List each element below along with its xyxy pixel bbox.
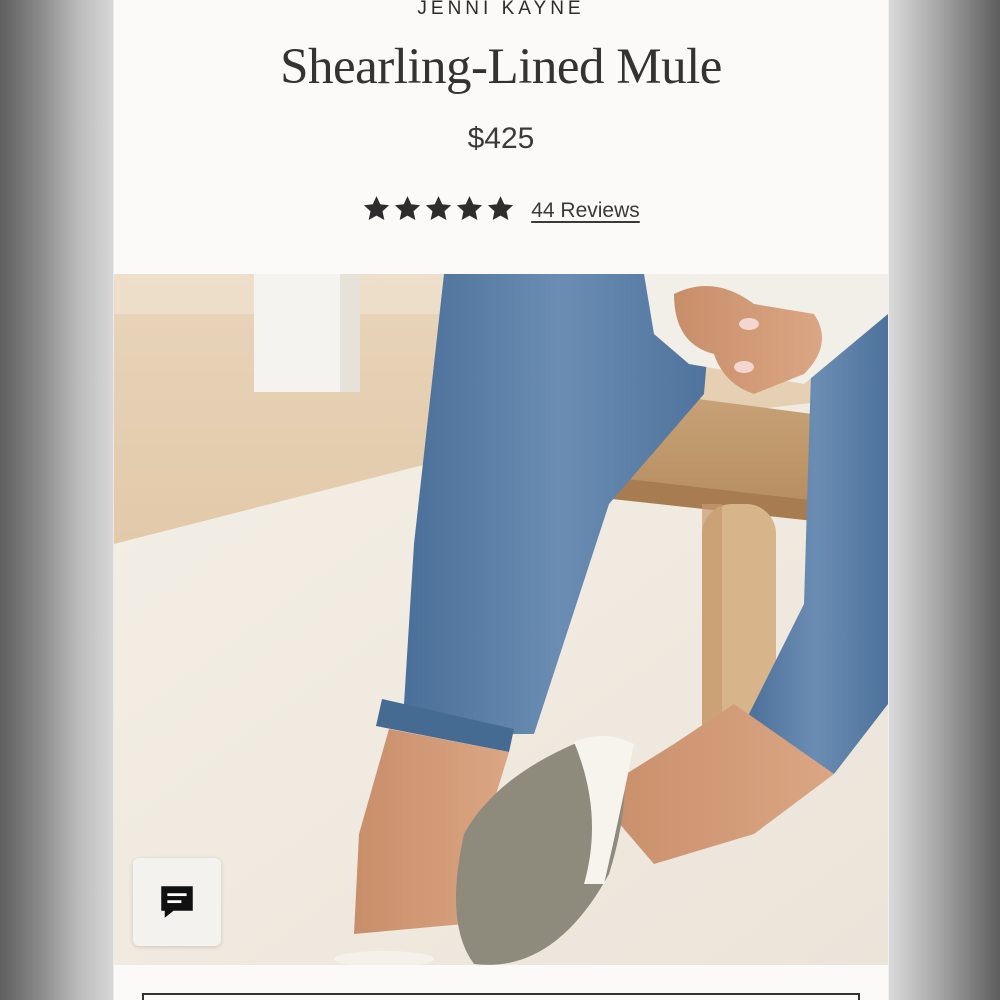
star-icon <box>488 196 514 220</box>
brand-name[interactable]: JENNI KAYNE <box>114 0 888 20</box>
product-title: Shearling-Lined Mule <box>280 39 722 95</box>
star-rating <box>362 194 515 223</box>
product-hero-image[interactable] <box>114 274 888 965</box>
star-icon <box>395 196 421 220</box>
star-icon <box>426 196 452 220</box>
product-page: JENNI KAYNE Shearling-Lined Mule $425 44… <box>114 0 888 1000</box>
reviews-link[interactable]: 44 Reviews <box>531 199 640 223</box>
hero-illustration <box>114 274 888 965</box>
star-icon <box>457 196 483 220</box>
add-to-cart-button-edge[interactable] <box>142 993 860 1000</box>
product-price: $425 <box>467 122 535 155</box>
product-rating[interactable]: 44 Reviews <box>114 194 888 223</box>
star-icon <box>364 196 390 220</box>
chat-button[interactable] <box>133 858 221 946</box>
chat-icon <box>161 886 193 918</box>
